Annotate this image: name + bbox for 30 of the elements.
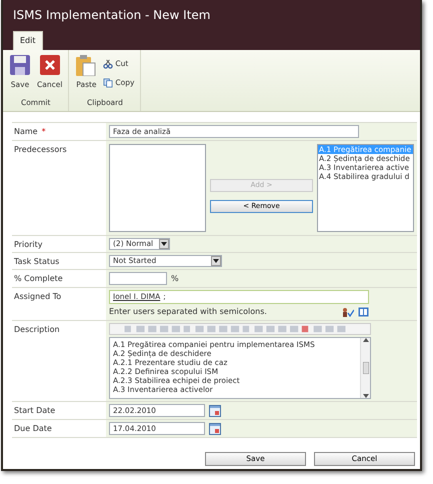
address-book-icon[interactable]: [358, 307, 369, 317]
field-label: Name: [14, 126, 38, 138]
scroll-down-icon[interactable]: [362, 394, 368, 398]
person-check-icon[interactable]: [342, 307, 354, 317]
calendar-icon[interactable]: [209, 404, 221, 416]
field-label: Task Status: [14, 256, 60, 268]
scroll-up-icon[interactable]: [362, 338, 368, 342]
number-field[interactable]: [109, 272, 167, 285]
scroll-thumb[interactable]: [362, 362, 368, 374]
percent-sign: %: [171, 273, 179, 285]
ribbon-tab[interactable]: Edit: [13, 31, 42, 50]
field-label: Due Date: [14, 423, 52, 435]
field-label: % Complete: [14, 273, 63, 285]
field-label: Assigned To: [14, 291, 62, 303]
scrollbar[interactable]: [360, 338, 370, 398]
clipboard-icon: [75, 54, 98, 76]
scissors-icon: [103, 58, 114, 69]
field-label: Predecessors: [14, 144, 67, 156]
close-icon: [38, 54, 61, 76]
window-title: ISMS Implementation - New Item: [12, 7, 212, 24]
field-label: Description: [14, 324, 60, 336]
calendar-icon[interactable]: [209, 422, 221, 434]
field-label: Priority: [14, 239, 42, 251]
hint-text: Enter users separated with semicolons.: [109, 306, 267, 318]
dropdown-arrow-icon[interactable]: [211, 256, 221, 266]
field-label: Start Date: [14, 405, 56, 417]
copy-icon: [103, 78, 114, 88]
available-list[interactable]: [109, 144, 206, 232]
dropdown-arrow-icon[interactable]: [159, 239, 169, 249]
required-mark: *: [42, 126, 46, 138]
